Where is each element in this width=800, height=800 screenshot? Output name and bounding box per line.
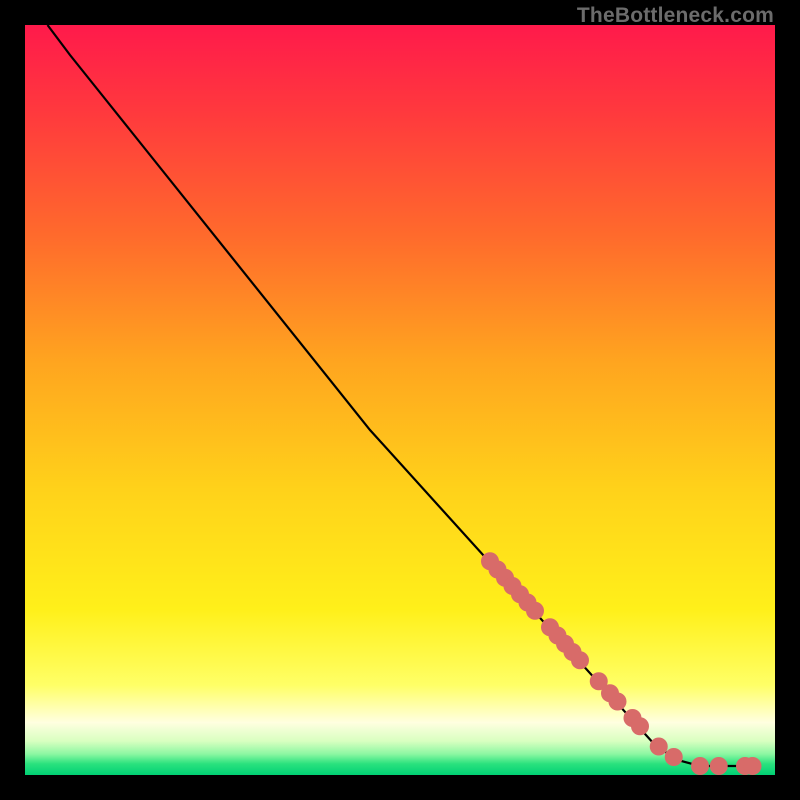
data-marker <box>609 693 627 711</box>
data-marker <box>571 651 589 669</box>
data-marker <box>526 602 544 620</box>
data-marker <box>650 738 668 756</box>
plot-area <box>25 25 775 775</box>
watermark-label: TheBottleneck.com <box>577 4 774 28</box>
bottleneck-curve <box>48 25 753 766</box>
data-marker <box>691 757 709 775</box>
data-marker <box>744 757 762 775</box>
chart-frame: TheBottleneck.com <box>0 0 800 800</box>
data-marker <box>631 717 649 735</box>
data-marker <box>665 748 683 766</box>
chart-overlay <box>25 25 775 775</box>
data-markers <box>481 552 762 775</box>
data-marker <box>710 757 728 775</box>
